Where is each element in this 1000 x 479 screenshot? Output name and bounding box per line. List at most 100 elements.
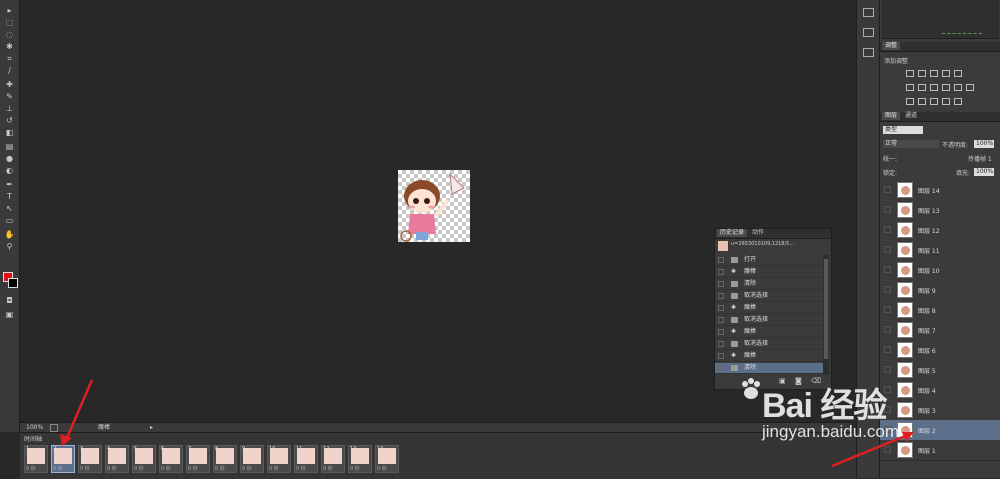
timeline-frame[interactable]: 11 0 秒: [294, 445, 318, 473]
frame-delay[interactable]: 0 秒: [188, 465, 198, 472]
character-image[interactable]: [398, 170, 470, 242]
channel-mixer-icon[interactable]: [954, 84, 962, 91]
history-state[interactable]: ✱ 魔棒: [715, 267, 823, 278]
screen-mode-icon[interactable]: ▣: [3, 310, 16, 320]
exposure-icon[interactable]: [942, 70, 950, 77]
timeline-frame[interactable]: 10 0 秒: [267, 445, 291, 473]
history-brush-source-toggle[interactable]: [718, 365, 724, 371]
tab-channels[interactable]: 通道: [902, 112, 920, 120]
kind-filter-select[interactable]: 类型: [883, 126, 923, 134]
frame-delay[interactable]: 0 秒: [296, 465, 306, 472]
path-selection-tool-icon[interactable]: ↖: [3, 204, 16, 214]
layer-row[interactable]: 图层 8: [880, 300, 1000, 321]
background-color-swatch[interactable]: [8, 278, 18, 288]
visibility-toggle-icon[interactable]: [884, 206, 891, 213]
history-brush-source-toggle[interactable]: [718, 317, 724, 323]
history-brush-source-toggle[interactable]: [718, 257, 724, 263]
zoom-tool-icon[interactable]: ⚲: [3, 242, 16, 252]
blur-tool-icon[interactable]: ●: [3, 154, 16, 164]
tab-actions[interactable]: 动作: [749, 229, 767, 237]
quick-mask-icon[interactable]: ◘: [3, 296, 16, 306]
history-state[interactable]: 取消选择: [715, 339, 823, 350]
frame-delay[interactable]: 0 秒: [107, 465, 117, 472]
propagate-frame-checkbox[interactable]: 传播帧 1: [968, 154, 992, 163]
visibility-toggle-icon[interactable]: [884, 186, 891, 193]
frame-delay[interactable]: 0 秒: [26, 465, 36, 472]
tab-layers[interactable]: 图层: [882, 112, 901, 120]
history-state[interactable]: 取消选择: [715, 291, 823, 302]
properties-panel-icon[interactable]: [863, 28, 874, 37]
timeline-frame[interactable]: 14 0 秒: [375, 445, 399, 473]
visibility-toggle-icon[interactable]: [884, 226, 891, 233]
frame-delay[interactable]: 0 秒: [80, 465, 90, 472]
timeline-frame[interactable]: 1 0 秒: [24, 445, 48, 473]
eyedropper-tool-icon[interactable]: ∕: [3, 66, 16, 76]
dodge-tool-icon[interactable]: ◐: [3, 166, 16, 176]
type-tool-icon[interactable]: T: [3, 192, 16, 202]
invert-icon[interactable]: [906, 98, 914, 105]
visibility-toggle-icon[interactable]: [884, 366, 891, 373]
snapshot-name[interactable]: u=2653010109,1218/5...: [731, 241, 821, 247]
crop-tool-icon[interactable]: ⌗: [3, 54, 16, 64]
clone-stamp-tool-icon[interactable]: ⊥: [3, 104, 16, 114]
timeline-frame[interactable]: 6 0 秒: [159, 445, 183, 473]
timeline-frame[interactable]: 12 0 秒: [321, 445, 345, 473]
fill-input[interactable]: 100%: [974, 168, 994, 176]
layer-row[interactable]: 图层 6: [880, 340, 1000, 361]
color-lookup-icon[interactable]: [966, 84, 974, 91]
history-state[interactable]: 清除: [715, 279, 823, 290]
timeline-frame[interactable]: 9 0 秒: [240, 445, 264, 473]
frame-delay[interactable]: 0 秒: [377, 465, 387, 472]
frame-delay[interactable]: 0 秒: [53, 465, 63, 472]
layer-row[interactable]: 图层 11: [880, 240, 1000, 261]
snapshot-thumbnail[interactable]: [718, 241, 728, 251]
history-brush-source-toggle[interactable]: [718, 281, 724, 287]
brightness-icon[interactable]: [906, 70, 914, 77]
tab-adjustments[interactable]: 调整: [882, 42, 901, 50]
history-state[interactable]: 取消选择: [715, 315, 823, 326]
layer-row[interactable]: 图层 13: [880, 200, 1000, 221]
layer-row[interactable]: 图层 7: [880, 320, 1000, 341]
frame-delay[interactable]: 0 秒: [161, 465, 171, 472]
blend-mode-select[interactable]: 正常: [883, 140, 939, 148]
levels-icon[interactable]: [918, 70, 926, 77]
layer-row[interactable]: 图层 9: [880, 280, 1000, 301]
color-balance-icon[interactable]: [918, 84, 926, 91]
eraser-tool-icon[interactable]: ◧: [3, 128, 16, 138]
pen-tool-icon[interactable]: ✒: [3, 180, 16, 190]
frame-delay[interactable]: 0 秒: [350, 465, 360, 472]
hue-saturation-icon[interactable]: [906, 84, 914, 91]
timeline-frame[interactable]: 3 0 秒: [78, 445, 102, 473]
photo-filter-icon[interactable]: [942, 84, 950, 91]
timeline-frame[interactable]: 13 0 秒: [348, 445, 372, 473]
move-tool-icon[interactable]: ▸: [3, 6, 16, 16]
visibility-toggle-icon[interactable]: [884, 286, 891, 293]
timeline-frame[interactable]: 2 0 秒: [51, 445, 75, 473]
brush-tool-icon[interactable]: ✎: [3, 92, 16, 102]
vibrance-icon[interactable]: [954, 70, 962, 77]
visibility-toggle-icon[interactable]: [884, 306, 891, 313]
history-state[interactable]: ✱ 魔棒: [715, 327, 823, 338]
history-brush-source-toggle[interactable]: [718, 353, 724, 359]
lasso-tool-icon[interactable]: ◌: [3, 30, 16, 40]
frame-delay[interactable]: 0 秒: [269, 465, 279, 472]
hand-tool-icon[interactable]: ✋: [3, 230, 16, 240]
history-scrollbar[interactable]: [823, 255, 829, 375]
history-brush-source-toggle[interactable]: [718, 269, 724, 275]
history-brush-tool-icon[interactable]: ↺: [3, 116, 16, 126]
history-scroll-thumb[interactable]: [824, 259, 828, 359]
frame-delay[interactable]: 0 秒: [242, 465, 252, 472]
frame-delay[interactable]: 0 秒: [134, 465, 144, 472]
history-state[interactable]: 清除: [715, 363, 823, 374]
marquee-tool-icon[interactable]: ⬚: [3, 18, 16, 28]
history-state[interactable]: ✱ 魔棒: [715, 351, 823, 362]
tab-history[interactable]: 历史记录: [717, 229, 748, 237]
visibility-toggle-icon[interactable]: [884, 346, 891, 353]
black-white-icon[interactable]: [930, 84, 938, 91]
history-brush-source-toggle[interactable]: [718, 305, 724, 311]
frame-delay[interactable]: 0 秒: [215, 465, 225, 472]
history-brush-source-toggle[interactable]: [718, 341, 724, 347]
selective-color-icon[interactable]: [942, 98, 950, 105]
history-panel-icon[interactable]: [863, 8, 874, 17]
magic-wand-tool-icon[interactable]: ✱: [3, 42, 16, 52]
